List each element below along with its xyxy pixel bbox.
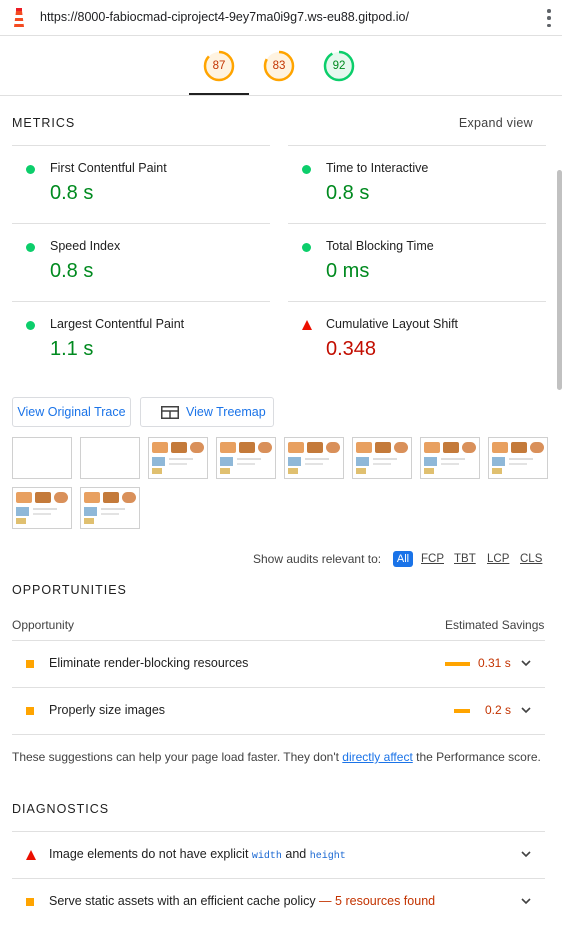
filter-chip-tbt[interactable]: TBT bbox=[454, 553, 476, 565]
lighthouse-logo-icon bbox=[14, 8, 24, 27]
chevron-down-icon[interactable] bbox=[519, 656, 533, 670]
chevron-down-icon[interactable] bbox=[519, 894, 533, 908]
opportunity-title: Properly size images bbox=[49, 703, 166, 717]
diagnostic-text: Image elements do not have explicit bbox=[49, 847, 252, 861]
view-original-trace-button[interactable]: View Original Trace bbox=[12, 397, 131, 427]
pass-indicator-icon bbox=[26, 321, 35, 330]
metric-name: Cumulative Layout Shift bbox=[326, 317, 459, 331]
average-square-icon bbox=[26, 707, 34, 715]
score-gauges: 87 83 92 bbox=[0, 36, 562, 96]
average-square-icon bbox=[26, 898, 34, 906]
opportunities-note: These suggestions can help your page loa… bbox=[12, 750, 541, 764]
score-value: 83 bbox=[272, 60, 286, 72]
metric-total-blocking-time: Total Blocking Time 0 ms bbox=[288, 223, 546, 301]
metric-largest-contentful-paint: Largest Contentful Paint 1.1 s bbox=[12, 301, 270, 379]
metric-first-contentful-paint: First Contentful Paint 0.8 s bbox=[12, 145, 270, 223]
average-square-icon bbox=[26, 660, 34, 668]
opportunity-title: Eliminate render-blocking resources bbox=[49, 656, 249, 670]
opportunity-column-header: Opportunity bbox=[12, 618, 75, 632]
savings-bar bbox=[445, 662, 470, 666]
opportunities-title: OPPORTUNITIES bbox=[12, 583, 127, 597]
metric-value: 0.348 bbox=[326, 338, 377, 360]
directly-affect-link[interactable]: directly affect bbox=[342, 750, 412, 764]
chevron-down-icon[interactable] bbox=[519, 703, 533, 717]
note-suffix: the Performance score. bbox=[412, 750, 541, 764]
pass-indicator-icon bbox=[26, 165, 35, 174]
score-gauge-accessibility[interactable]: 83 bbox=[263, 50, 295, 82]
pass-indicator-icon bbox=[302, 243, 311, 252]
filmstrip-thumbnail bbox=[12, 437, 72, 479]
metric-cumulative-layout-shift: Cumulative Layout Shift 0.348 bbox=[288, 301, 546, 379]
savings-value: 0.31 s bbox=[478, 656, 511, 670]
filmstrip-thumbnail bbox=[216, 437, 276, 479]
diagnostic-title: Image elements do not have explicit widt… bbox=[49, 847, 346, 862]
filter-chip-lcp[interactable]: LCP bbox=[487, 553, 509, 565]
pass-indicator-icon bbox=[26, 243, 35, 252]
pass-indicator-icon bbox=[302, 165, 311, 174]
filter-chip-all[interactable]: All bbox=[393, 551, 413, 567]
scrollbar[interactable] bbox=[557, 170, 562, 390]
divider bbox=[12, 734, 545, 735]
filmstrip-thumbnail bbox=[148, 437, 208, 479]
filmstrip-thumbnail bbox=[284, 437, 344, 479]
active-tab-indicator bbox=[189, 93, 249, 95]
metric-name: Speed Index bbox=[50, 239, 121, 253]
code-height: height bbox=[309, 851, 346, 862]
diagnostic-and: and bbox=[281, 847, 310, 861]
filmstrip-thumbnail bbox=[352, 437, 412, 479]
chevron-down-icon[interactable] bbox=[519, 847, 533, 861]
resources-found: 5 resources found bbox=[335, 894, 436, 908]
metric-time-to-interactive: Time to Interactive 0.8 s bbox=[288, 145, 546, 223]
diagnostic-row-image-dimensions[interactable]: Image elements do not have explicit widt… bbox=[12, 831, 545, 878]
filmstrip-thumbnail bbox=[80, 487, 140, 529]
diagnostics-title: DIAGNOSTICS bbox=[12, 802, 110, 816]
diagnostic-text: Serve static assets with an efficient ca… bbox=[49, 894, 316, 908]
estimated-savings-column-header: Estimated Savings bbox=[445, 618, 545, 632]
score-value: 92 bbox=[332, 60, 346, 72]
savings-value: 0.2 s bbox=[485, 703, 512, 717]
score-gauge-performance[interactable]: 87 bbox=[203, 50, 235, 82]
score-gauge-best-practices[interactable]: 92 bbox=[323, 50, 355, 82]
opportunity-row-render-blocking[interactable]: Eliminate render-blocking resources 0.31… bbox=[12, 640, 545, 687]
diagnostic-separator: — bbox=[315, 894, 336, 908]
metric-name: First Contentful Paint bbox=[50, 161, 167, 175]
metric-value: 0.8 s bbox=[326, 182, 370, 204]
metric-name: Time to Interactive bbox=[326, 161, 429, 175]
metric-value: 0 ms bbox=[326, 260, 370, 282]
filter-chip-cls[interactable]: CLS bbox=[520, 553, 542, 565]
filter-chip-fcp[interactable]: FCP bbox=[421, 553, 444, 565]
metric-speed-index: Speed Index 0.8 s bbox=[12, 223, 270, 301]
metric-name: Total Blocking Time bbox=[326, 239, 434, 253]
page-url[interactable]: https://8000-fabiocmad-ciproject4-9ey7ma… bbox=[40, 10, 409, 24]
metrics-title: METRICS bbox=[12, 116, 76, 130]
fail-triangle-icon bbox=[26, 850, 36, 860]
note-prefix: These suggestions can help your page loa… bbox=[12, 750, 343, 764]
audit-filter: Show audits relevant to: All FCP TBT LCP… bbox=[0, 551, 562, 569]
metric-value: 0.8 s bbox=[50, 182, 94, 204]
metric-value: 1.1 s bbox=[50, 338, 94, 360]
filmstrip-thumbnail bbox=[80, 437, 140, 479]
diagnostic-title: Serve static assets with an efficient ca… bbox=[49, 894, 435, 908]
filmstrip-thumbnail bbox=[12, 487, 72, 529]
score-value: 87 bbox=[212, 60, 226, 72]
treemap-icon bbox=[161, 406, 179, 419]
view-treemap-button[interactable]: View Treemap bbox=[140, 397, 274, 427]
view-treemap-label: View Treemap bbox=[186, 405, 266, 419]
filmstrip-thumbnail bbox=[420, 437, 480, 479]
metric-name: Largest Contentful Paint bbox=[50, 317, 185, 331]
fail-triangle-icon bbox=[302, 320, 312, 330]
url-bar: https://8000-fabiocmad-ciproject4-9ey7ma… bbox=[0, 0, 562, 36]
expand-view-button[interactable]: Expand view bbox=[459, 116, 533, 130]
savings-bar bbox=[454, 709, 470, 713]
metric-value: 0.8 s bbox=[50, 260, 94, 282]
code-width: width bbox=[251, 851, 282, 862]
filmstrip-thumbnail bbox=[488, 437, 548, 479]
audit-filter-label: Show audits relevant to: bbox=[253, 552, 382, 566]
opportunity-row-size-images[interactable]: Properly size images 0.2 s bbox=[12, 687, 545, 734]
more-options-icon[interactable] bbox=[542, 9, 556, 27]
